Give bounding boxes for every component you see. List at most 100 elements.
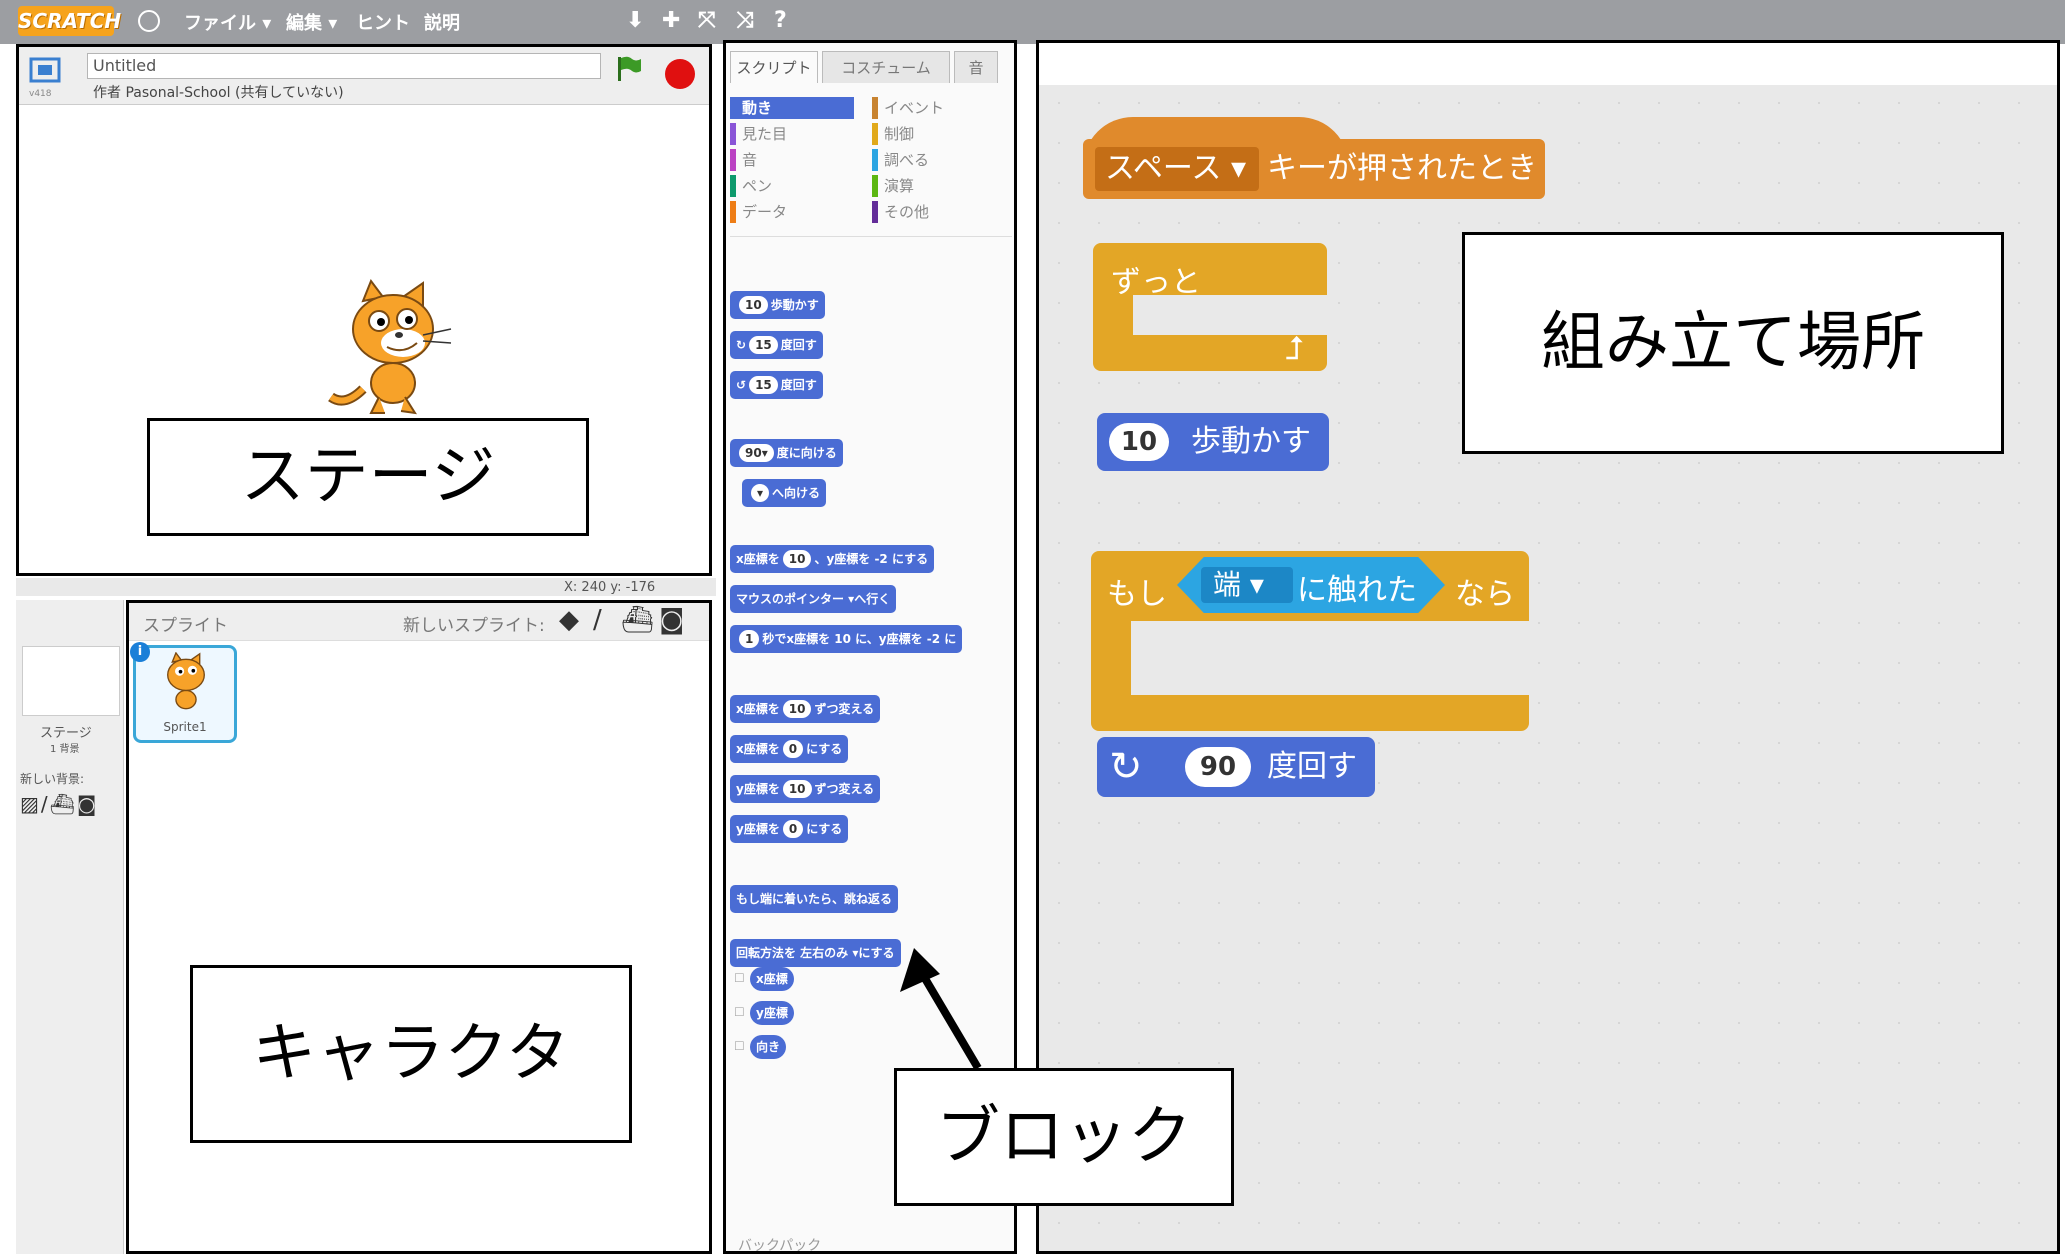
turn-degrees-text: 度回す <box>1267 749 1357 784</box>
callout-block: ブロック <box>894 1068 1234 1206</box>
reporter-direction[interactable]: 向き <box>750 1035 787 1059</box>
touching-text: に触れた <box>1297 573 1417 608</box>
palette-motion-block[interactable]: ↺ 15 度回す <box>730 371 823 399</box>
when-key-pressed-block[interactable]: スペース ▾ キーが押されたとき <box>1083 139 1545 199</box>
camera-icon[interactable]: ◙ <box>659 605 684 635</box>
block-number-input[interactable]: 10 <box>782 700 812 718</box>
rotate-cw-icon: ↻ <box>1109 744 1143 790</box>
palette-motion-block[interactable]: x座標を 10 ずつ変える <box>730 695 881 723</box>
category-events[interactable]: イベント <box>872 97 996 119</box>
block-number-input[interactable]: 15 <box>749 336 778 354</box>
green-flag-icon[interactable] <box>616 55 642 83</box>
scratch-logo[interactable]: SCRATCH <box>18 6 121 36</box>
duplicate-icon[interactable]: ⬇ <box>626 8 644 33</box>
grow-icon[interactable]: ⤧ <box>698 8 716 33</box>
if-block[interactable]: もし 端 ▾ に触れた なら <box>1091 551 1529 731</box>
block-number-input[interactable]: 1 <box>739 630 760 648</box>
stage-header: v418 Untitled 作者 Pasonal-School (共有していない… <box>19 47 709 105</box>
menu-tips[interactable]: ヒント <box>356 9 410 35</box>
forever-block[interactable]: ずっと ⮥ <box>1093 243 1327 371</box>
project-title-input[interactable]: Untitled <box>87 53 601 79</box>
menu-file[interactable]: ファイル ▾ <box>184 9 271 35</box>
reporter-checkbox[interactable]: ☐ <box>734 971 745 985</box>
palette-motion-block[interactable]: x座標を 0 にする <box>730 735 849 763</box>
move-steps-block[interactable]: 10 歩動かす <box>1097 413 1329 471</box>
palette-motion-block[interactable]: x座標を 10 、y座標を -2 にする <box>730 545 935 573</box>
category-operators[interactable]: 演算 <box>872 175 996 197</box>
palette-motion-block[interactable]: y座標を 0 にする <box>730 815 849 843</box>
category-more[interactable]: その他 <box>872 201 996 223</box>
pointer-arrow-icon <box>900 948 982 1071</box>
palette-motion-block[interactable]: 10 歩動かす <box>730 291 825 319</box>
category-data[interactable]: データ <box>730 201 854 223</box>
then-label: なら <box>1455 577 1515 612</box>
block-number-input[interactable]: 90▾ <box>739 444 774 462</box>
move-steps-input[interactable]: 10 <box>1109 423 1169 461</box>
loop-arrow-icon: ⮥ <box>1285 329 1304 367</box>
category-control[interactable]: 制御 <box>872 123 996 145</box>
cat-sprite-icon[interactable] <box>323 279 463 419</box>
block-number-input[interactable]: 10 <box>782 780 812 798</box>
touch-target-dropdown[interactable]: 端 ▾ <box>1201 567 1293 603</box>
reporter-checkbox[interactable]: ☐ <box>734 1005 745 1019</box>
if-slot <box>1131 621 1529 695</box>
if-label: もし <box>1107 577 1167 612</box>
tab-scripts[interactable]: スクリプト <box>730 51 818 83</box>
palette-motion-block[interactable]: ▾ へ向ける <box>742 479 827 507</box>
category-looks[interactable]: 見た目 <box>730 123 854 145</box>
block-number-input[interactable]: 10 <box>739 296 768 314</box>
help-icon[interactable]: ? <box>774 8 787 33</box>
key-dropdown[interactable]: スペース ▾ <box>1095 147 1259 191</box>
palette-motion-block[interactable]: 1 秒でx座標を 10 に、y座標を -2 に <box>730 625 963 653</box>
reporter-checkbox[interactable]: ☐ <box>734 1039 745 1053</box>
turn-degrees-block[interactable]: ↻ 90 度回す <box>1097 737 1375 797</box>
category-pen[interactable]: ペン <box>730 175 854 197</box>
language-globe-icon[interactable] <box>138 10 160 32</box>
sprite-header-title: スプライト <box>143 616 228 636</box>
category-sensing[interactable]: 調べる <box>872 149 996 171</box>
block-number-input[interactable]: ▾ <box>751 484 770 502</box>
category-list: 動き 見た目 音 ペン データ イベント 制御 調べる 演算 その他 <box>730 97 1012 237</box>
reporter-y[interactable]: y座標 <box>750 1001 794 1025</box>
hat-text: キーが押されたとき <box>1267 151 1537 186</box>
menu-about[interactable]: 説明 <box>424 9 460 35</box>
stage-thumbnail[interactable] <box>22 646 120 716</box>
palette-motion-block[interactable]: ↻ 15 度回す <box>730 331 823 359</box>
stage-label: ステージ <box>40 726 92 741</box>
tab-costumes[interactable]: コスチューム <box>822 51 950 83</box>
cat-thumbnail-icon <box>167 652 205 710</box>
category-sound[interactable]: 音 <box>730 149 854 171</box>
version-label: v418 <box>29 89 52 99</box>
sprite1-thumbnail[interactable]: i Sprite1 <box>130 642 237 743</box>
fullscreen-icon[interactable] <box>29 55 63 85</box>
tab-sounds[interactable]: 音 <box>954 51 998 83</box>
block-number-input[interactable]: 10 <box>782 550 812 568</box>
callout-character: キャラクタ <box>190 965 632 1143</box>
palette-motion-block[interactable]: マウスのポインター ▾へ行く <box>730 585 897 613</box>
reporter-x[interactable]: x座標 <box>750 967 794 991</box>
block-number-input[interactable]: 15 <box>749 376 778 394</box>
backpack-label[interactable]: バックパック <box>738 1235 821 1255</box>
stop-icon[interactable] <box>665 59 695 89</box>
menu-edit[interactable]: 編集 ▾ <box>286 9 337 35</box>
callout-stage: ステージ <box>147 418 589 536</box>
turn-degrees-input[interactable]: 90 <box>1185 747 1251 787</box>
delete-icon[interactable]: ✚ <box>662 8 680 33</box>
sprite-header: スプライト 新しいスプライト: ◆ / ⛴ ◙ <box>129 603 709 641</box>
block-number-input[interactable]: 0 <box>782 740 804 758</box>
category-motion[interactable]: 動き <box>730 97 854 119</box>
info-icon[interactable]: i <box>130 642 150 662</box>
backdrop-tools-icon[interactable]: ▨/⛴◙ <box>20 792 98 816</box>
sprite1-label: Sprite1 <box>163 720 207 734</box>
menu-bar: SCRATCH ファイル ▾ 編集 ▾ ヒント 説明 ⬇ ✚ ⤧ ⤨ ? <box>0 0 2065 44</box>
block-number-input[interactable]: 0 <box>782 820 804 838</box>
shrink-icon[interactable]: ⤨ <box>736 8 754 33</box>
palette-motion-block[interactable]: 回転方法を 左右のみ ▾にする <box>730 939 901 967</box>
palette-motion-block[interactable]: 90▾ 度に向ける <box>730 439 843 467</box>
upload-icon[interactable]: ⛴ <box>621 605 654 635</box>
paint-icon[interactable]: / <box>593 605 602 635</box>
sprite-library-icon[interactable]: ◆ <box>559 605 579 635</box>
palette-motion-block[interactable]: もし端に着いたら、跳ね返る <box>730 885 899 913</box>
script-area-header <box>1039 43 2057 85</box>
palette-motion-block[interactable]: y座標を 10 ずつ変える <box>730 775 881 803</box>
